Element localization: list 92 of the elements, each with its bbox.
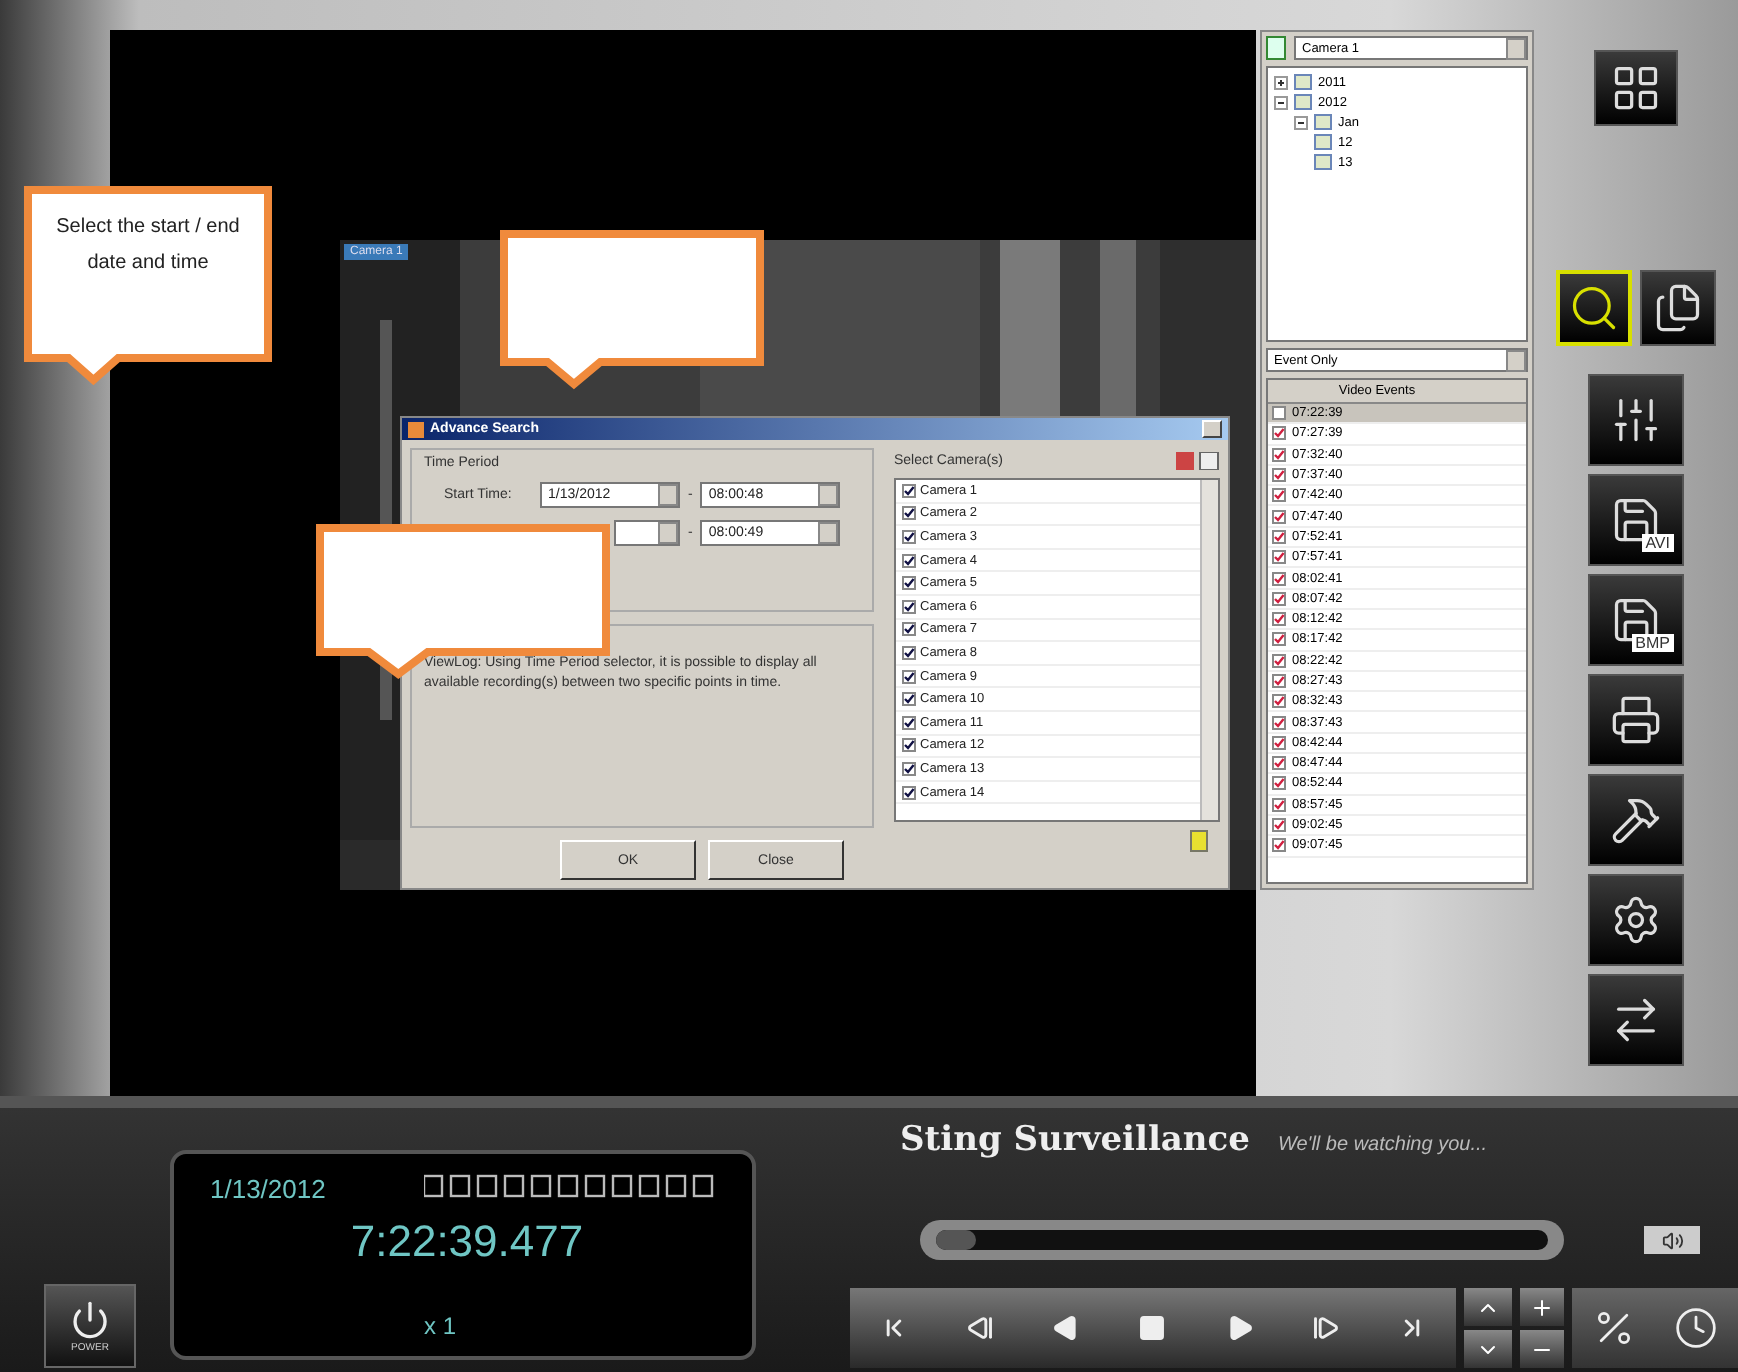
- checkbox[interactable]: [1272, 632, 1286, 647]
- print-tool-button[interactable]: [1588, 674, 1684, 766]
- expand-icon[interactable]: [1274, 75, 1288, 89]
- collapse-icon[interactable]: [1274, 95, 1288, 109]
- up-button[interactable]: [1464, 1288, 1512, 1326]
- document-icon[interactable]: [1190, 830, 1208, 852]
- checkbox[interactable]: [902, 761, 916, 776]
- checkbox[interactable]: [1272, 653, 1286, 668]
- play-icon: [1225, 1314, 1254, 1342]
- checkbox[interactable]: [1272, 674, 1286, 688]
- playback-speed: x 1: [424, 1312, 459, 1340]
- brand-name: Sting Surveillance: [900, 1120, 1250, 1160]
- mixer-tool-button[interactable]: [1588, 374, 1684, 466]
- checkbox[interactable]: [1272, 776, 1286, 791]
- settings-icon: [1610, 894, 1662, 946]
- sliders-icon: [1610, 394, 1662, 446]
- display-date: 1/13/2012: [210, 1174, 328, 1204]
- checkbox[interactable]: [1272, 715, 1286, 730]
- reverse-play-button[interactable]: [1052, 1314, 1081, 1342]
- format-label: BMP: [1631, 634, 1674, 652]
- checkbox[interactable]: [902, 576, 916, 591]
- search-tool-button[interactable]: [1556, 270, 1632, 346]
- checkbox[interactable]: [1272, 694, 1286, 709]
- checkbox[interactable]: [1272, 468, 1286, 483]
- reverse-play-icon: [1052, 1314, 1081, 1342]
- checkbox[interactable]: [1272, 509, 1286, 524]
- volume-button[interactable]: [1644, 1226, 1700, 1254]
- checkbox[interactable]: [1272, 612, 1286, 627]
- checkbox[interactable]: [902, 692, 916, 707]
- checkbox[interactable]: [902, 738, 916, 753]
- checkbox[interactable]: [1272, 550, 1286, 565]
- stop-button[interactable]: [1138, 1314, 1167, 1342]
- app-icon: [408, 421, 424, 437]
- callout-text: Select the start / end date and time: [54, 214, 242, 278]
- checkbox[interactable]: [1272, 529, 1286, 544]
- display-time: 7:22:39.477: [348, 1214, 586, 1270]
- checkbox[interactable]: [902, 669, 916, 684]
- checkbox[interactable]: [1272, 838, 1286, 853]
- checkbox[interactable]: [902, 622, 916, 637]
- down-button[interactable]: [1464, 1330, 1512, 1368]
- camera-tree-icon: [1266, 36, 1286, 60]
- checkbox[interactable]: [902, 529, 916, 544]
- step-forward-button[interactable]: [1312, 1314, 1341, 1342]
- clock-icon: [1674, 1306, 1719, 1350]
- checkbox[interactable]: [902, 599, 916, 614]
- progress-slider[interactable]: [920, 1220, 1564, 1260]
- search-icon: [1568, 282, 1620, 334]
- checkbox[interactable]: [902, 645, 916, 660]
- checkbox[interactable]: [1272, 797, 1286, 812]
- checkbox[interactable]: [902, 715, 916, 730]
- checkbox[interactable]: [1272, 818, 1286, 833]
- checkbox[interactable]: [902, 483, 916, 498]
- list-tool-button[interactable]: [1640, 270, 1716, 346]
- checkbox[interactable]: [1272, 571, 1286, 586]
- checkbox[interactable]: [1272, 426, 1286, 441]
- checkbox[interactable]: [1272, 488, 1286, 503]
- power-icon: [70, 1299, 110, 1339]
- grid-tool-button[interactable]: [1594, 50, 1678, 126]
- step-back-icon: [965, 1314, 994, 1342]
- checkbox[interactable]: [902, 553, 916, 568]
- checkbox[interactable]: [1272, 447, 1286, 462]
- documents-icon: [1652, 282, 1704, 334]
- date-field[interactable]: [614, 520, 680, 546]
- play-button[interactable]: [1225, 1314, 1254, 1342]
- checkbox[interactable]: [1272, 735, 1286, 750]
- format-label: AVI: [1641, 534, 1674, 552]
- hammer-icon: [1610, 794, 1662, 846]
- checkbox[interactable]: [902, 785, 916, 800]
- clock-button[interactable]: [1674, 1306, 1719, 1350]
- step-forward-icon: [1312, 1314, 1341, 1342]
- save-tool-button[interactable]: BMP: [1588, 574, 1684, 666]
- save-tool-button[interactable]: AVI: [1588, 474, 1684, 566]
- checkbox[interactable]: [1272, 591, 1286, 606]
- collapse-icon[interactable]: [1294, 115, 1308, 129]
- stop-icon: [1138, 1314, 1167, 1342]
- select-all-icons[interactable]: [1176, 452, 1220, 470]
- plus-icon: [1530, 1295, 1554, 1319]
- grid-icon: [1610, 62, 1662, 114]
- tagline: We'll be watching you...: [1277, 1134, 1488, 1156]
- tools-tool-button[interactable]: [1588, 774, 1684, 866]
- settings-tool-button[interactable]: [1588, 874, 1684, 966]
- close-button[interactable]: [1202, 420, 1222, 438]
- scrollbar[interactable]: [1200, 480, 1218, 820]
- plus-button[interactable]: [1520, 1288, 1564, 1326]
- checkbox[interactable]: [1272, 406, 1286, 421]
- speaker-icon: [1661, 1229, 1683, 1251]
- transfer-tool-button[interactable]: [1588, 974, 1684, 1066]
- minus-button[interactable]: [1520, 1330, 1564, 1368]
- step-back-button[interactable]: [965, 1314, 994, 1342]
- checkbox[interactable]: [1272, 756, 1286, 771]
- printer-icon: [1610, 694, 1662, 746]
- checkbox[interactable]: [902, 506, 916, 521]
